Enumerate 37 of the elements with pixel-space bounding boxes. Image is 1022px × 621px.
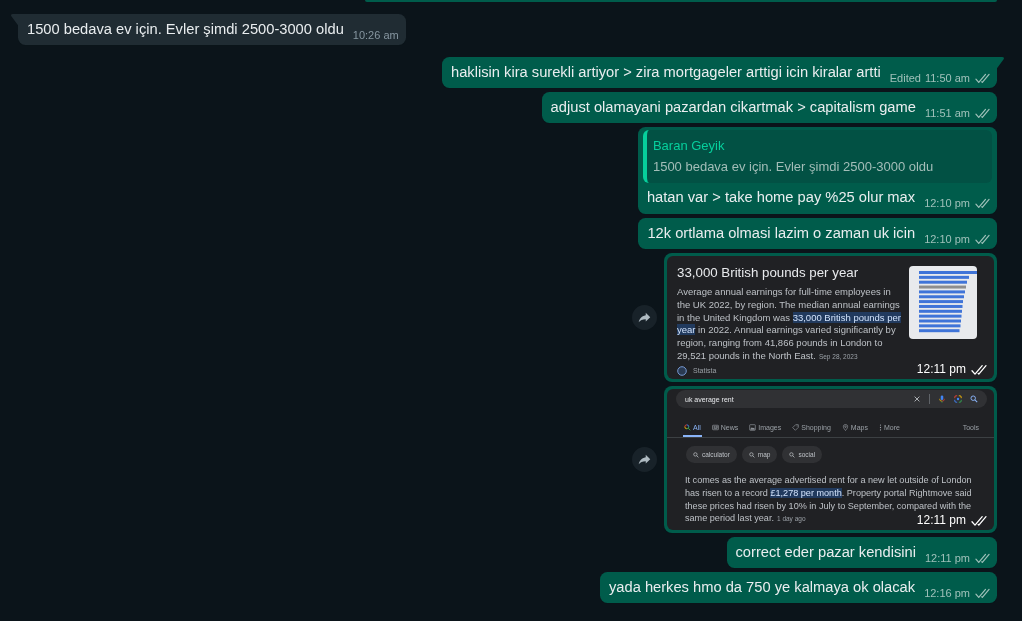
message-time: 12:11 pm	[916, 513, 966, 528]
message-text: yada herkes hmo da 750 ye kalmaya ok olacak	[608, 578, 916, 597]
microphone-icon[interactable]	[938, 395, 946, 403]
message-text: 12k ortlama olmasi lazim o zaman uk icin	[647, 224, 916, 243]
message-time: 10:26 am	[352, 28, 399, 43]
search-icon	[684, 424, 691, 431]
dots-menu-icon	[879, 424, 882, 431]
tag-icon	[792, 424, 800, 431]
snippet-title: 33,000 British pounds per year	[677, 264, 860, 282]
edited-label: Edited	[889, 71, 921, 86]
message-time: 12:10 pm	[924, 232, 970, 247]
quoted-message[interactable]: Baran Geyik 1500 bedava ev için. Evler şimdi 2500-3000 oldu	[642, 130, 992, 183]
message-text: haklisin kira surekli artiyor > zira mortgageler arttigi icin kiralar artti	[451, 63, 881, 82]
search-icon	[789, 451, 796, 458]
message-time: 12:10 pm	[924, 196, 970, 211]
forward-button[interactable]	[632, 447, 657, 472]
message-text: correct eder pazar kendisini	[735, 543, 916, 562]
search-icon	[748, 451, 755, 458]
message-text: 1500 bedava ev için. Evler şimdi 2500-3000 oldu	[27, 20, 344, 39]
message-time: 12:16 pm	[924, 586, 970, 601]
message-time: 12:11 pm	[916, 362, 966, 377]
message-text: adjust olamayani pazardan cikartmak > capitalism game	[550, 98, 916, 117]
quoted-text: 1500 bedava ev için. Evler şimdi 2500-3000 oldu	[652, 158, 935, 175]
image-icon	[749, 424, 757, 431]
message-text: hatan var > take home pay %25 olur max	[646, 188, 916, 207]
search-icon[interactable]	[970, 395, 978, 403]
camera-lens-icon[interactable]	[954, 395, 962, 403]
newspaper-icon	[711, 424, 719, 431]
source-logo-icon	[677, 365, 687, 376]
forward-button[interactable]	[632, 305, 657, 330]
message-time: 12:11 pm	[924, 551, 970, 566]
quoted-author: Baran Geyik	[652, 137, 726, 154]
message-time: 11:51 am	[924, 106, 970, 121]
map-pin-icon	[841, 424, 849, 431]
message-time: 11:50 am	[924, 71, 970, 86]
clear-icon[interactable]	[913, 395, 921, 403]
search-icon	[693, 451, 699, 458]
